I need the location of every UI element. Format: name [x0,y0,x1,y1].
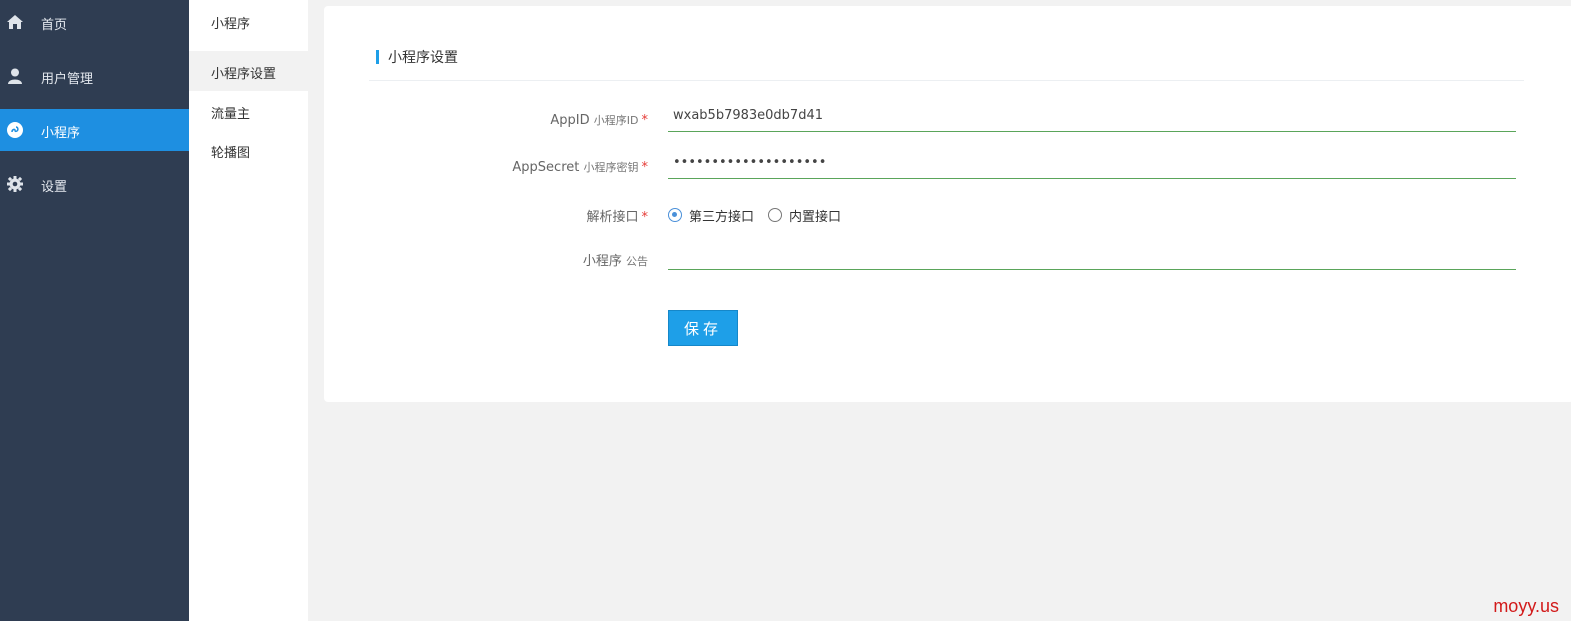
appsecret-label-main: AppSecret [512,160,580,175]
settings-card: 小程序设置 AppID 小程序ID* AppSecret 小程序密钥* 解析接口… [324,6,1571,402]
sidebar-item-users[interactable]: 用户管理 [0,55,189,97]
title-accent-bar [376,50,379,64]
radio-builtin[interactable]: 内置接口 [768,206,841,225]
sidebar-item-label: 设置 [41,180,68,195]
required-mark: * [641,210,649,225]
sidebar-item-label: 首页 [41,18,68,33]
submenu-item-carousel[interactable]: 轮播图 [189,130,308,170]
sidebar-item-label: 小程序 [41,126,81,141]
notice-label-sub: 公告 [626,255,648,268]
api-radio-group: 第三方接口 内置接口 [668,205,855,225]
gear-icon [6,175,24,193]
card-header: 小程序设置 [376,48,458,66]
watermark: moyy.us [1493,596,1559,616]
appid-label-sub: 小程序ID [593,114,639,127]
appsecret-label-sub: 小程序密钥 [583,161,639,174]
main-sidebar: 首页 用户管理 小程序 设置 [0,0,189,621]
submenu-title: 小程序 [211,17,251,32]
radio-label: 内置接口 [789,209,842,225]
notice-input[interactable] [668,238,1516,268]
notice-label: 小程序 公告 [454,248,648,269]
submenu-item-label: 小程序设置 [211,67,277,82]
sidebar-item-settings[interactable]: 设置 [0,163,189,205]
appsecret-label: AppSecret 小程序密钥 * [454,157,648,177]
radio-label: 第三方接口 [689,209,755,225]
miniprogram-icon [6,121,24,139]
required-mark: * [641,113,649,128]
user-icon [6,67,24,85]
appsecret-input[interactable] [668,147,1516,177]
api-label-main: 解析接口 [586,210,639,225]
radio-circle [768,208,783,222]
radio-third-party[interactable]: 第三方接口 [668,206,754,225]
appid-label: AppID 小程序ID * [454,110,648,130]
notice-field[interactable] [668,238,1516,270]
sidebar-item-home[interactable]: 首页 [0,1,189,43]
appid-field[interactable] [668,100,1516,132]
notice-label-main: 小程序 [582,254,622,269]
sidebar-item-miniprogram[interactable]: 小程序 [0,109,189,151]
submenu-item-traffic[interactable]: 流量主 [189,91,308,131]
secondary-menu: 小程序 小程序设置 流量主 轮播图 [189,0,308,621]
divider [369,80,1524,81]
submenu-item-label: 轮播图 [211,146,251,161]
page-title: 小程序设置 [388,50,458,66]
appid-input[interactable] [668,100,1516,130]
submenu-item-settings[interactable]: 小程序设置 [189,51,308,91]
home-icon [6,13,24,31]
sidebar-item-label: 用户管理 [41,72,94,87]
required-mark: * [641,160,649,175]
radio-circle [668,208,682,222]
submenu-item-label: 流量主 [211,107,251,122]
appsecret-field[interactable] [668,147,1516,179]
api-label: 解析接口 * [454,204,649,225]
appid-label-main: AppID [550,113,590,128]
save-button[interactable]: 保存 [668,310,738,346]
